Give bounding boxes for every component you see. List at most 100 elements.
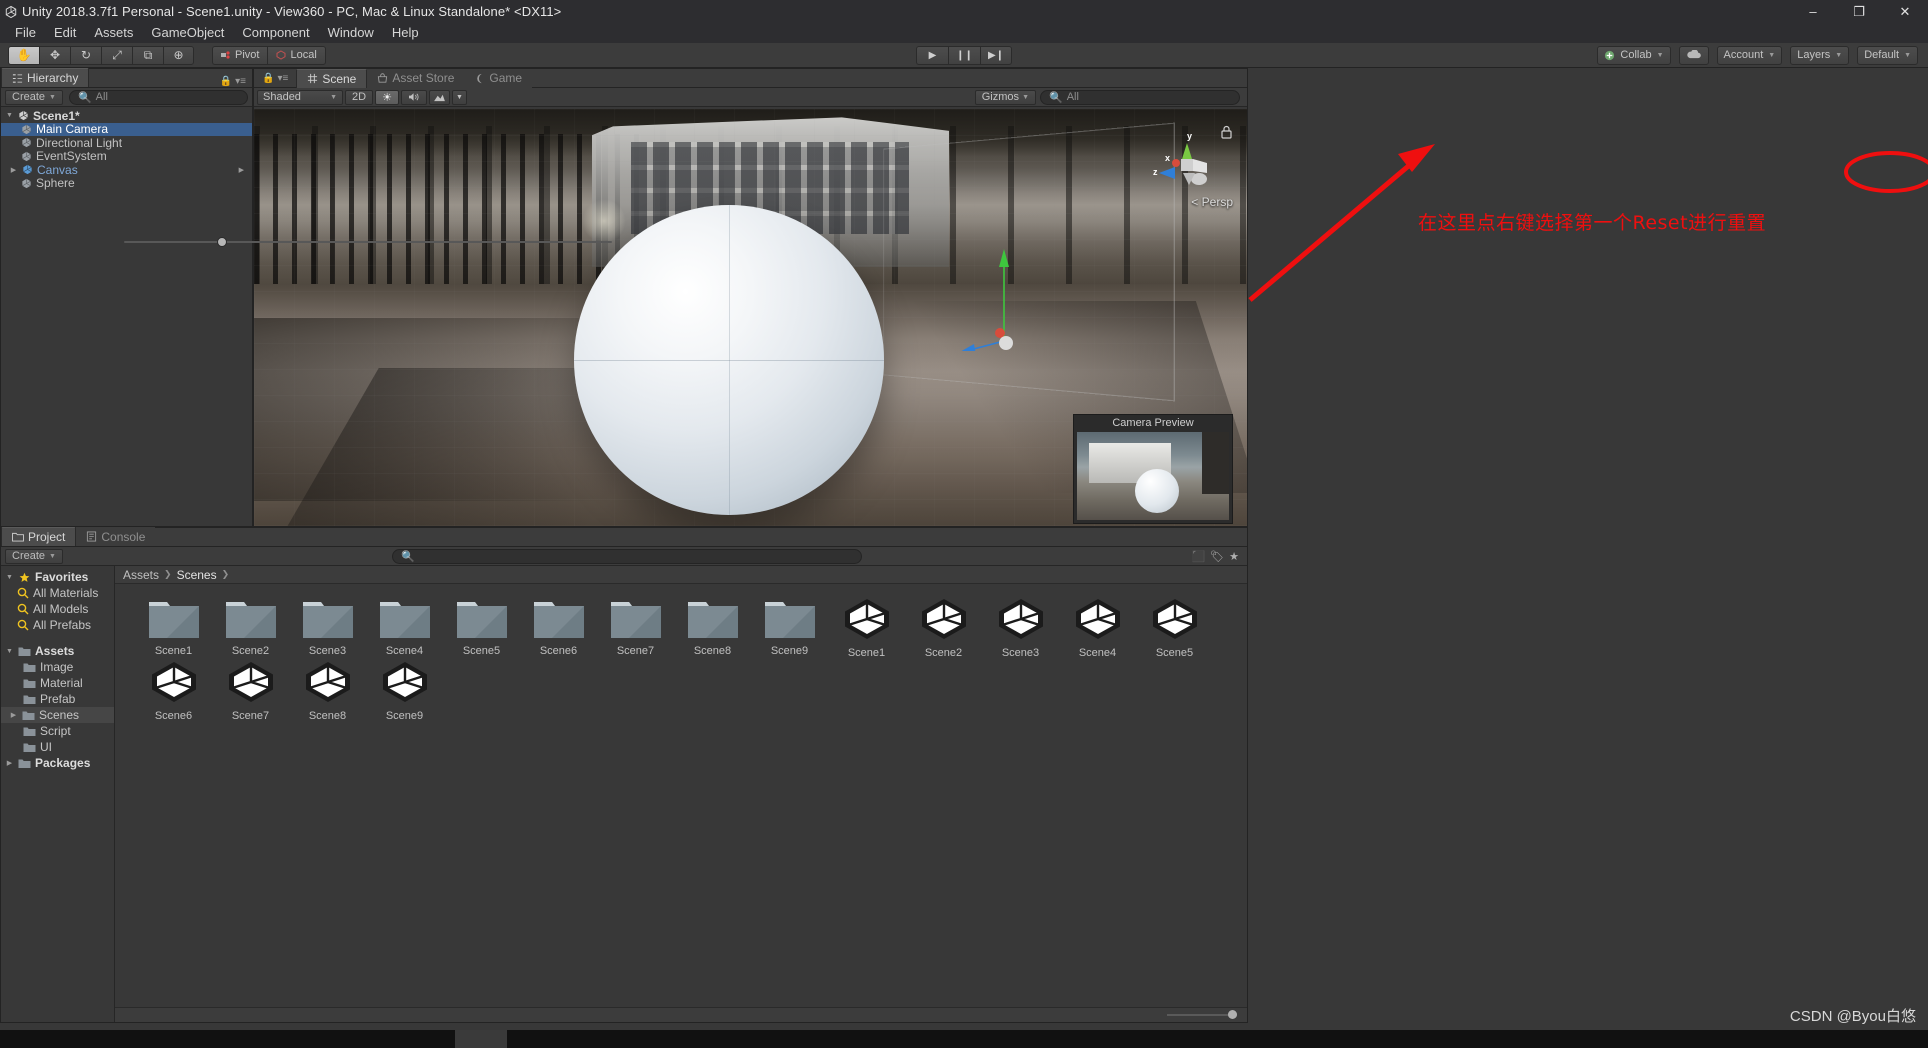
menu-icon[interactable]: ▾≡ [277,73,288,84]
move-tool-icon[interactable]: ✥ [39,45,70,65]
project-tree-packages[interactable]: ▶ Packages [1,755,114,771]
maximize-button[interactable]: ❐ [1836,0,1882,23]
local-button[interactable]: Local [267,45,326,65]
sphere-object[interactable] [574,205,884,515]
scene-orientation-gizmo[interactable]: y x z [1149,129,1219,199]
close-button[interactable]: ✕ [1882,0,1928,23]
scene-fx-dropdown[interactable]: ▼ [451,89,467,105]
asset-item[interactable]: Scene6 [520,596,597,659]
breadcrumb-scenes[interactable]: Scenes [177,568,217,582]
hierarchy-item-main-camera[interactable]: Main Camera [1,122,252,136]
lock-icon[interactable]: 🔒 [220,76,232,87]
asset-item[interactable]: Scene4 [366,596,443,659]
scene-lighting-toggle[interactable]: ☀ [375,89,399,105]
chevron-right-icon[interactable]: ▶ [5,759,14,767]
chevron-down-icon[interactable]: ▼ [5,112,14,119]
filter-type-icon[interactable]: ⬛ [1191,550,1205,563]
collab-button[interactable]: Collab ▼ [1597,45,1671,65]
asset-item[interactable]: Scene2 [905,596,982,659]
scene-viewport[interactable]: < Persp y x z Camera Preview [254,109,1247,526]
asset-item[interactable]: Scene8 [674,596,751,659]
tab-console[interactable]: Console [76,527,156,546]
hierarchy-item-scene1[interactable]: ▼ Scene1* [1,109,252,123]
transform-tool-icon[interactable]: ⊕ [163,45,194,65]
project-tree-script[interactable]: Script [1,723,114,739]
menu-help[interactable]: Help [383,23,428,43]
asset-item[interactable]: Scene9 [751,596,828,659]
menu-icon[interactable]: ▾≡ [235,76,246,87]
project-tree-material[interactable]: Material [1,675,114,691]
pivot-button[interactable]: Pivot [212,45,268,65]
asset-item[interactable]: Scene9 [366,659,443,722]
scale-tool-icon[interactable]: ⤢ [101,45,132,65]
step-button[interactable]: ▶❙ [980,45,1012,65]
asset-item[interactable]: Scene2 [212,596,289,659]
asset-item[interactable]: Scene5 [443,596,520,659]
asset-item[interactable]: Scene6 [135,659,212,722]
hand-tool-icon[interactable]: ✋ [8,45,39,65]
asset-item[interactable]: Scene4 [1059,596,1136,659]
menu-component[interactable]: Component [233,23,318,43]
asset-zoom-slider[interactable] [1167,1010,1237,1019]
hierarchy-item-canvas[interactable]: ▶ Canvas ▶ [1,163,252,177]
hierarchy-create-button[interactable]: Create ▼ [5,89,63,105]
rotate-tool-icon[interactable]: ↻ [70,45,101,65]
asset-item[interactable]: Scene1 [135,596,212,659]
scene-lock-group[interactable]: 🔒 ▾≡ [254,73,296,84]
asset-item[interactable]: Scene5 [1136,596,1213,659]
project-tree-all-prefabs[interactable]: All Prefabs [1,617,114,633]
fov-slider[interactable] [124,235,612,249]
slider-knob[interactable] [1228,1010,1237,1019]
scene-search-input[interactable]: 🔍 All [1040,89,1240,105]
taskbar-item[interactable] [455,1030,507,1048]
tab-project[interactable]: Project [1,527,77,546]
project-tree-image[interactable]: Image [1,659,114,675]
hierarchy-item-eventsystem[interactable]: EventSystem [1,149,252,163]
chevron-right-icon[interactable]: ▶ [9,166,18,174]
menu-file[interactable]: File [6,23,45,43]
scene-gizmo-lock-icon[interactable] [1220,125,1233,143]
menu-edit[interactable]: Edit [45,23,85,43]
hierarchy-item-sphere[interactable]: Sphere [1,176,252,190]
chevron-down-icon[interactable]: ▼ [5,574,14,581]
asset-item[interactable]: Scene7 [597,596,674,659]
menu-gameobject[interactable]: GameObject [142,23,233,43]
favorite-icon[interactable]: ★ [1229,550,1239,563]
toggle-2d-button[interactable]: 2D [345,89,374,105]
scene-fx-toggle[interactable] [428,89,450,105]
slider-knob[interactable] [216,236,227,247]
menu-assets[interactable]: Assets [85,23,142,43]
project-tree-all-materials[interactable]: All Materials [1,585,114,601]
project-create-button[interactable]: Create ▼ [5,548,63,564]
lock-icon[interactable]: 🔒 [262,73,274,84]
asset-item[interactable]: Scene1 [828,596,905,659]
gizmos-dropdown[interactable]: Gizmos ▼ [974,89,1036,105]
scene-audio-toggle[interactable] [400,89,427,105]
hierarchy-tab-options[interactable]: 🔒 ▾≡ [220,76,252,87]
chevron-right-icon[interactable]: ▶ [239,166,252,174]
project-tree-all-models[interactable]: All Models [1,601,114,617]
asset-item[interactable]: Scene3 [289,596,366,659]
move-gizmo[interactable] [954,241,1044,351]
hierarchy-item-directional-light[interactable]: Directional Light [1,136,252,150]
account-button[interactable]: Account ▼ [1716,45,1783,65]
project-tree-favorites[interactable]: ▼ Favorites [1,569,114,585]
layout-button[interactable]: Default ▼ [1857,45,1918,65]
chevron-down-icon[interactable]: ▼ [5,648,14,655]
asset-item[interactable]: Scene8 [289,659,366,722]
rect-tool-icon[interactable]: ⧉ [132,45,163,65]
breadcrumb-assets[interactable]: Assets [123,568,159,582]
menu-window[interactable]: Window [319,23,383,43]
project-tree-prefab[interactable]: Prefab [1,691,114,707]
asset-item[interactable]: Scene7 [212,659,289,722]
project-tree-assets[interactable]: ▼ Assets [1,643,114,659]
layers-button[interactable]: Layers ▼ [1790,45,1850,65]
play-button[interactable]: ▶ [916,45,948,65]
minimize-button[interactable]: – [1790,0,1836,23]
shading-mode-dropdown[interactable]: Shaded ▼ [257,89,343,105]
filter-label-icon[interactable]: 🏷 [1210,550,1224,563]
tab-hierarchy[interactable]: Hierarchy [1,68,90,87]
project-tree-scenes[interactable]: ▶ Scenes [1,707,114,723]
chevron-right-icon[interactable]: ▶ [9,711,18,719]
project-tree-ui[interactable]: UI [1,739,114,755]
